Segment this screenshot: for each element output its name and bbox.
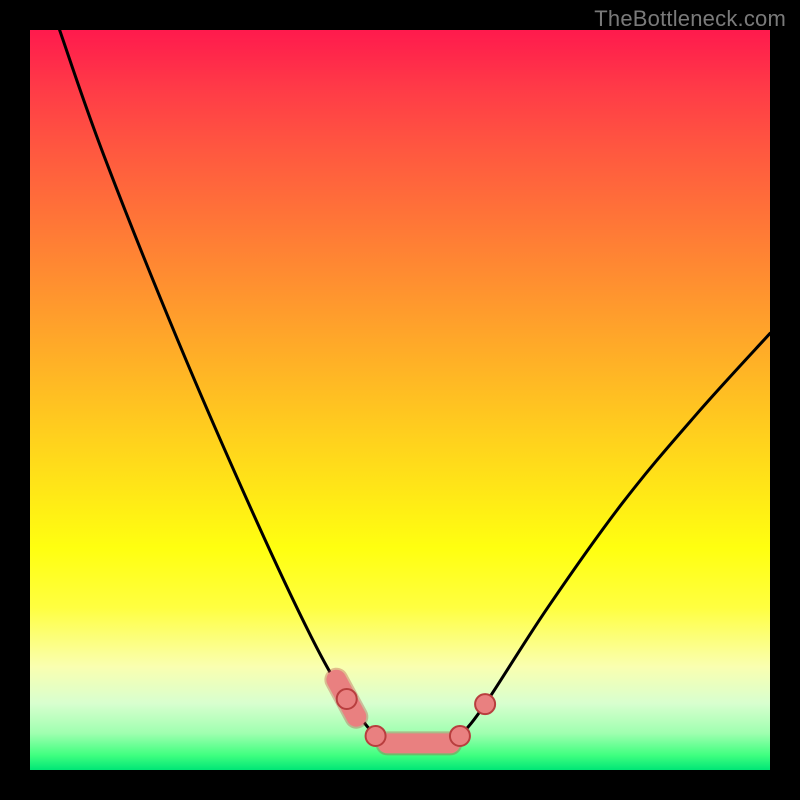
capsules [336, 680, 450, 744]
capsule-fill-0 [336, 680, 356, 717]
outer-frame: TheBottleneck.com [0, 0, 800, 800]
capsule-outline-0 [336, 680, 356, 717]
plot-area [30, 30, 770, 770]
series-right-branch [450, 333, 770, 743]
chart-svg [30, 30, 770, 770]
marker-2 [450, 726, 470, 746]
markers [337, 689, 495, 746]
curve-paths [60, 30, 770, 743]
marker-3 [475, 694, 495, 714]
watermark-text: TheBottleneck.com [594, 6, 786, 32]
marker-1 [366, 726, 386, 746]
series-left-branch [60, 30, 388, 743]
marker-0 [337, 689, 357, 709]
